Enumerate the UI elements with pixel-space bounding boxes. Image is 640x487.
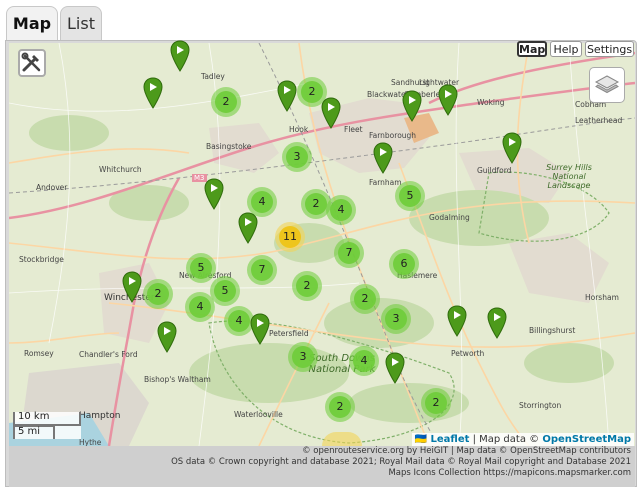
footer-credit-line: OS data © Crown copyright and database 2… <box>171 457 631 467</box>
footer-credit-line: Maps Icons Collection https://mapicons.m… <box>388 468 631 478</box>
map-marker-icon[interactable] <box>170 40 190 72</box>
cluster-marker[interactable]: 5 <box>210 276 240 306</box>
tab-list[interactable]: List <box>60 6 102 40</box>
cluster-marker[interactable]: 2 <box>421 388 451 418</box>
map-marker-icon[interactable] <box>385 352 405 384</box>
map-marker-icon[interactable] <box>373 142 393 174</box>
map-marker-icon[interactable] <box>502 132 522 164</box>
place-label: Tadley <box>201 72 225 81</box>
place-label: Hythe <box>79 438 102 446</box>
place-label: Whitchurch <box>99 165 142 174</box>
place-label: Surrey Hills National Landscape <box>546 163 592 190</box>
cluster-marker[interactable]: 11 <box>275 222 305 252</box>
place-label: Farnborough <box>369 131 417 140</box>
map-marker-icon[interactable] <box>277 80 297 112</box>
map-marker-icon[interactable] <box>143 77 163 109</box>
layers-button[interactable] <box>589 67 625 103</box>
map-marker-icon[interactable] <box>204 178 224 210</box>
place-label: Woking <box>477 98 505 107</box>
scale-bar: 10 km 5 mi <box>13 412 81 439</box>
ukraine-flag-icon: 🇺🇦 <box>414 434 428 445</box>
place-label: Romsey <box>24 349 54 358</box>
place-label: Waterlooville <box>234 410 283 419</box>
place-label: Hampton <box>79 411 121 421</box>
place-label: Chandler's Ford <box>79 350 138 359</box>
place-label: Farnham <box>369 178 402 187</box>
place-label: Bishop's Waltham <box>144 375 211 384</box>
place-label: Basingstoke <box>206 142 252 151</box>
attribution-text: | Map data © <box>469 434 543 445</box>
map-marker-icon[interactable] <box>321 97 341 129</box>
cluster-marker[interactable]: 2 <box>143 279 173 309</box>
map-marker-icon[interactable] <box>487 307 507 339</box>
cluster-marker[interactable]: 5 <box>186 253 216 283</box>
map-marker-icon[interactable] <box>402 90 422 122</box>
cluster-marker[interactable]: 2 <box>292 271 322 301</box>
cluster-marker[interactable]: 2 <box>325 392 355 422</box>
map-footer: © openrouteservice.org by HeiGIT | Map d… <box>9 446 635 487</box>
place-label: Fleet <box>344 125 363 134</box>
place-label: Stockbridge <box>19 255 64 264</box>
scale-mi: 5 mi <box>13 425 55 439</box>
cluster-marker[interactable]: 3 <box>288 342 318 372</box>
place-label: Leatherhead <box>575 116 623 125</box>
layers-icon <box>594 75 620 94</box>
tools-button[interactable] <box>18 49 46 77</box>
place-label: Guildford <box>477 166 512 175</box>
cluster-marker[interactable]: 3 <box>381 304 411 334</box>
cluster-marker[interactable]: 6 <box>389 249 419 279</box>
cluster-marker[interactable]: 7 <box>334 238 364 268</box>
help-button[interactable]: Help <box>550 41 582 57</box>
cluster-marker[interactable]: 3 <box>282 142 312 172</box>
place-label: Petersfield <box>269 329 309 338</box>
place-label: Andover <box>36 183 68 192</box>
map-attribution: 🇺🇦 Leaflet | Map data © OpenStreetMap <box>411 433 634 446</box>
place-label: Storrington <box>519 401 562 410</box>
place-label: Billingshurst <box>529 326 576 335</box>
cluster-marker[interactable]: 7 <box>247 255 277 285</box>
cluster-marker[interactable]: 2 <box>211 87 241 117</box>
map-marker-icon[interactable] <box>157 321 177 353</box>
leaflet-link[interactable]: Leaflet <box>431 434 470 445</box>
map-marker-icon[interactable] <box>438 84 458 116</box>
footer-credit-line: © openrouteservice.org by HeiGIT | Map d… <box>302 446 631 456</box>
scale-km: 10 km <box>13 412 81 426</box>
cluster-marker[interactable]: 4 <box>349 346 379 376</box>
map-marker-icon[interactable] <box>122 271 142 303</box>
cluster-marker[interactable]: 4 <box>326 195 356 225</box>
settings-button[interactable]: Settings <box>585 41 634 57</box>
place-label: Horsham <box>585 293 619 302</box>
cluster-marker[interactable] <box>322 432 362 446</box>
place-label: Petworth <box>451 349 485 358</box>
cluster-marker[interactable]: 4 <box>185 292 215 322</box>
tab-map[interactable]: Map <box>6 6 58 43</box>
openstreetmap-link[interactable]: OpenStreetMap <box>542 434 631 445</box>
cluster-marker[interactable]: 5 <box>395 181 425 211</box>
tools-icon <box>21 52 41 72</box>
place-label: Hook <box>289 125 309 134</box>
map-marker-icon[interactable] <box>238 212 258 244</box>
map-marker-icon[interactable] <box>250 313 270 345</box>
map-marker-icon[interactable] <box>447 305 467 337</box>
map-view-button[interactable]: Map <box>517 41 547 57</box>
cluster-marker[interactable]: 2 <box>350 284 380 314</box>
place-label: Godalming <box>429 213 470 222</box>
tab-bar: Map List <box>0 0 640 44</box>
